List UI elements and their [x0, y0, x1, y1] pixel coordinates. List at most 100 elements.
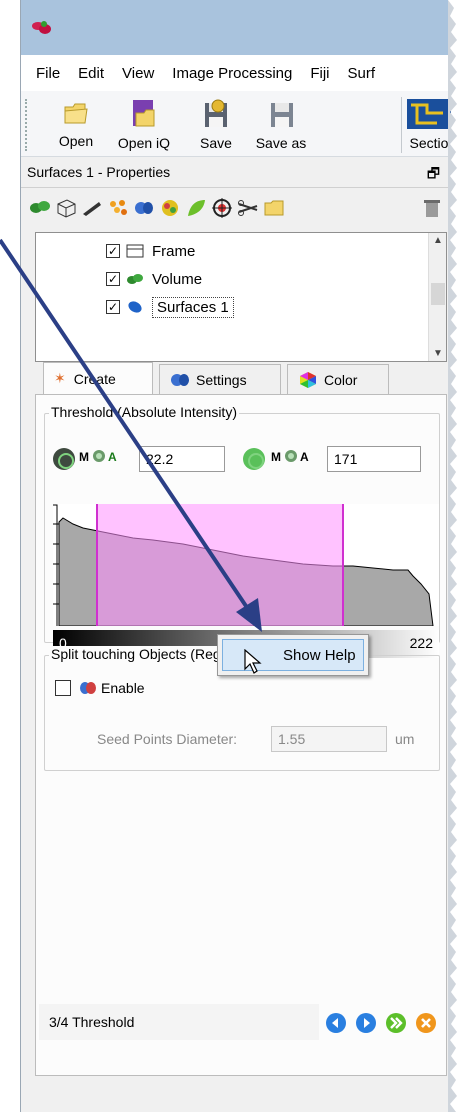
wand-icon: ✶ — [54, 370, 66, 386]
folder-icon — [64, 103, 88, 124]
tree-item-frame[interactable]: ✓ Frame — [106, 239, 195, 263]
open-iq-button[interactable]: Open iQ — [111, 99, 177, 151]
section-label: Sectio — [409, 135, 449, 151]
settings-icon — [171, 373, 189, 386]
app-logo-icon — [32, 21, 51, 34]
back-icon[interactable] — [325, 1012, 347, 1034]
scroll-thumb[interactable] — [431, 283, 445, 305]
open-button[interactable]: Open — [51, 99, 101, 149]
toolbar-separator — [401, 97, 402, 153]
finish-icon[interactable] — [385, 1012, 407, 1034]
menu-edit[interactable]: Edit — [78, 65, 104, 82]
status-bar: 3/4 Threshold — [39, 1004, 319, 1040]
low-mode-label: M — [79, 450, 89, 464]
cancel-icon[interactable] — [415, 1012, 437, 1034]
save-label: Save — [200, 135, 232, 151]
context-menu: Show Help — [217, 634, 369, 676]
tree-item-surfaces[interactable]: ✓ Surfaces 1 — [106, 295, 234, 319]
threshold-group: Threshold (Absolute Intensity) M A M A 0… — [44, 404, 440, 658]
volume-checkbox[interactable]: ✓ — [106, 272, 120, 286]
volume-icon — [127, 274, 143, 284]
menu-file[interactable]: File — [36, 65, 60, 82]
seed-diameter-input[interactable] — [271, 726, 387, 752]
properties-title: Surfaces 1 - Properties — [27, 164, 171, 180]
status-text: 3/4 Threshold — [49, 1014, 135, 1030]
low-threshold-power-icon[interactable] — [53, 448, 75, 470]
frame-icon — [126, 244, 144, 258]
enable-checkbox[interactable] — [55, 680, 71, 696]
scroll-up-icon[interactable]: ▲ — [433, 235, 443, 246]
menu-bar: File Edit View Image Processing Fiji Sur… — [21, 55, 448, 91]
mouse-cursor-icon — [244, 649, 262, 674]
seed-unit-label: um — [395, 731, 415, 747]
open-iq-icon — [133, 100, 155, 127]
surfaces-label: Surfaces 1 — [152, 296, 234, 318]
folder-icon[interactable] — [263, 198, 285, 218]
tab-create[interactable]: ✶ Create — [43, 362, 153, 394]
section-icon — [407, 99, 451, 129]
surfaces-checkbox[interactable]: ✓ — [106, 300, 120, 314]
high-auto-toggle-icon[interactable] — [283, 448, 299, 464]
volume-label: Volume — [152, 270, 203, 288]
scissors-icon[interactable] — [237, 198, 259, 218]
high-threshold-input[interactable] — [327, 446, 421, 472]
range-max-label: 222 — [409, 635, 433, 651]
menu-image-processing[interactable]: Image Processing — [172, 65, 292, 82]
tab-create-label: Create — [73, 370, 116, 387]
threshold-range-highlight — [97, 504, 343, 626]
spots-icon[interactable] — [107, 198, 129, 218]
intensity-histogram[interactable] — [53, 504, 439, 626]
menu-surpass[interactable]: Surf — [348, 65, 376, 82]
save-as-label: Save as — [255, 135, 307, 151]
volume-icon[interactable] — [29, 198, 51, 218]
color-icon — [300, 371, 316, 388]
enable-label: Enable — [101, 680, 145, 696]
menu-view[interactable]: View — [122, 65, 154, 82]
create-tab-panel: Threshold (Absolute Intensity) M A M A 0… — [35, 394, 447, 1076]
scroll-down-icon[interactable]: ▼ — [433, 348, 443, 359]
main-toolbar: Open Open iQ Save Save as Sectio — [21, 91, 451, 157]
low-auto-label: A — [108, 450, 117, 464]
tree-scrollbar[interactable]: ▲ ▼ — [428, 233, 446, 361]
save-as-icon — [271, 103, 293, 127]
threshold-group-label: Threshold (Absolute Intensity) — [49, 404, 239, 420]
high-threshold-power-icon[interactable] — [243, 448, 265, 470]
save-as-button[interactable]: Save as — [251, 99, 311, 151]
seed-diameter-label: Seed Points Diameter: — [97, 731, 238, 747]
tab-color[interactable]: Color — [287, 364, 389, 394]
object-toolbar — [21, 188, 448, 228]
cells-icon[interactable] — [133, 198, 155, 218]
open-iq-label: Open iQ — [117, 135, 171, 151]
filaments-icon[interactable] — [159, 198, 181, 218]
low-threshold-input[interactable] — [139, 446, 225, 472]
tab-settings-label: Settings — [196, 371, 247, 388]
save-button[interactable]: Save — [191, 99, 241, 151]
menu-fiji[interactable]: Fiji — [310, 65, 329, 82]
low-auto-toggle-icon[interactable] — [91, 448, 107, 464]
open-label: Open — [58, 133, 94, 149]
show-help-label: Show Help — [283, 647, 356, 664]
forward-icon[interactable] — [355, 1012, 377, 1034]
title-bar[interactable] — [21, 0, 448, 55]
tab-color-label: Color — [324, 371, 358, 388]
scene-tree: ✓ Frame ✓ Volume ✓ Surfaces 1 ▲ ▼ — [35, 232, 447, 362]
section-button[interactable]: Sectio — [407, 99, 451, 151]
tree-item-volume[interactable]: ✓ Volume — [106, 267, 202, 291]
toolbar-grip[interactable] — [25, 99, 28, 151]
frame-icon[interactable] — [55, 198, 77, 218]
properties-header: Surfaces 1 - Properties 🗗 — [21, 158, 448, 188]
high-auto-label: A — [300, 450, 309, 464]
frame-label: Frame — [152, 242, 196, 260]
split-objects-icon — [80, 682, 96, 694]
app-window: File Edit View Image Processing Fiji Sur… — [20, 0, 451, 1112]
tab-settings[interactable]: Settings — [159, 364, 281, 394]
save-icon — [205, 99, 227, 127]
restore-icon[interactable]: 🗗 — [427, 163, 440, 187]
torn-edge — [448, 0, 457, 1112]
frame-checkbox[interactable]: ✓ — [106, 244, 120, 258]
pen-icon[interactable] — [81, 198, 103, 218]
target-icon[interactable] — [211, 198, 233, 218]
leaf-icon[interactable] — [185, 198, 207, 218]
trash-icon[interactable] — [421, 198, 443, 218]
high-mode-label: M — [271, 450, 281, 464]
